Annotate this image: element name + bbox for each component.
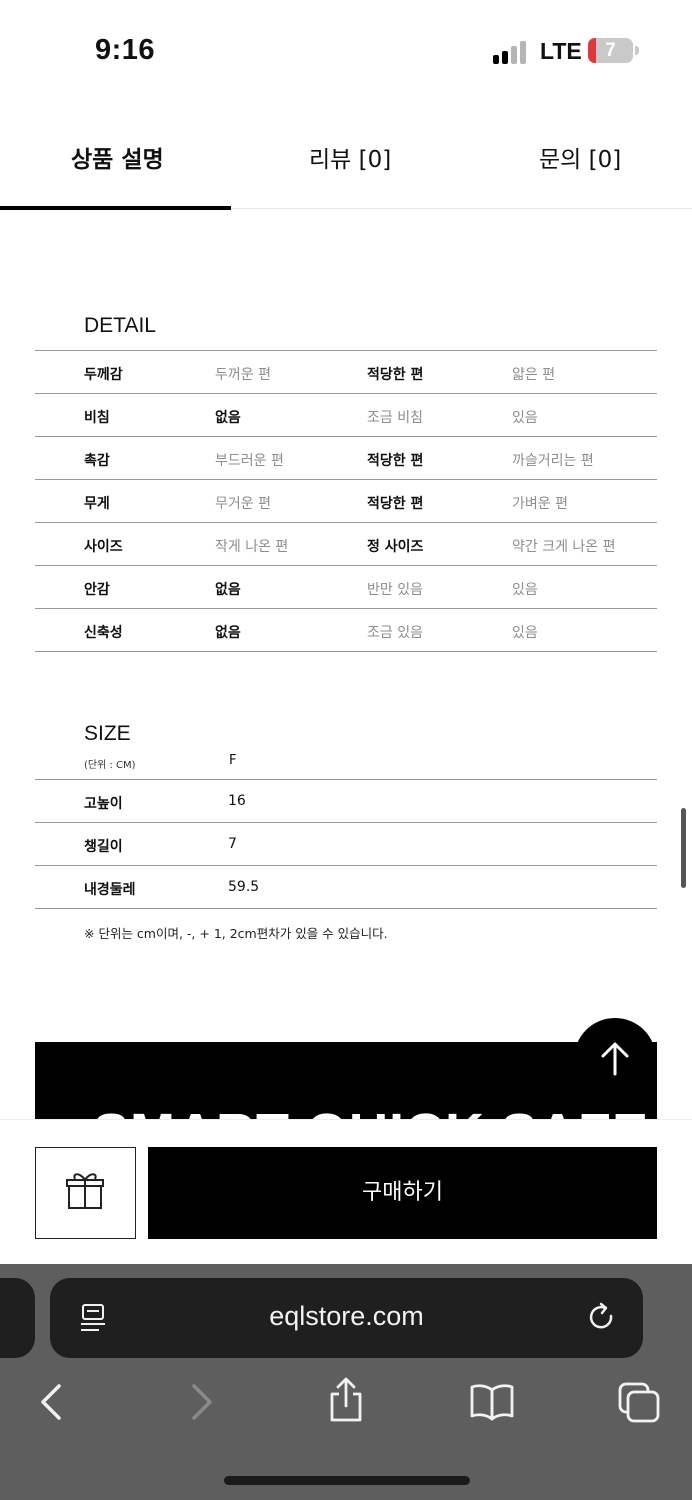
promo-banner: SMART QUICK SAFE (35, 1042, 657, 1119)
detail-row-label: 비침 (84, 410, 110, 426)
purchase-bar: 구매하기 (0, 1119, 692, 1264)
detail-row-label: 안감 (84, 582, 110, 598)
promo-banner-text: SMART QUICK SAFE (93, 1102, 649, 1119)
detail-option: 얇은 편 (512, 367, 556, 383)
detail-option: 있음 (512, 410, 538, 426)
detail-option-selected: 적당한 편 (367, 367, 424, 383)
detail-option: 두꺼운 편 (215, 367, 271, 383)
detail-option: 까슬거리는 편 (512, 453, 594, 469)
detail-table: 두께감 두꺼운 편 적당한 편 얇은 편 비침 없음 조금 비침 있음 촉감 부… (35, 350, 657, 652)
arrow-up-icon (601, 1042, 629, 1076)
size-row-label: 챙길이 (84, 839, 123, 855)
network-label: LTE (540, 38, 582, 64)
tabs-icon[interactable] (616, 1380, 662, 1424)
share-icon[interactable] (326, 1376, 366, 1424)
detail-option: 무거운 편 (215, 496, 271, 512)
detail-option: 약간 크게 나온 편 (512, 539, 616, 555)
browser-toolbar: eqlstore.com (0, 1264, 692, 1500)
address-bar[interactable]: eqlstore.com (50, 1278, 643, 1358)
detail-option-selected: 없음 (215, 625, 241, 641)
size-row: 고높이 16 (35, 780, 657, 823)
detail-option-selected: 없음 (215, 582, 241, 598)
size-row: 챙길이 7 (35, 823, 657, 866)
detail-row-label: 두께감 (84, 367, 123, 383)
forward-icon[interactable] (184, 1382, 218, 1422)
detail-option: 부드러운 편 (215, 453, 284, 469)
detail-row-weight: 무게 무거운 편 적당한 편 가벼운 편 (35, 480, 657, 523)
detail-option: 반만 있음 (367, 582, 423, 598)
gift-button[interactable] (35, 1147, 136, 1239)
detail-row-label: 사이즈 (84, 539, 123, 555)
detail-row-sheerness: 비침 없음 조금 비침 있음 (35, 394, 657, 437)
status-bar: 9:16 LTE 7 (0, 0, 692, 100)
detail-option: 있음 (512, 625, 538, 641)
detail-option: 작게 나온 편 (215, 539, 289, 555)
page-scrollbar[interactable] (681, 808, 686, 888)
size-row-label: 내경둘레 (84, 882, 136, 898)
reload-icon[interactable] (587, 1302, 619, 1334)
size-column-label: F (229, 753, 237, 768)
detail-row-label: 신축성 (84, 625, 123, 641)
battery-tip (635, 46, 639, 55)
size-row-value: 59.5 (228, 879, 260, 895)
bookmarks-icon[interactable] (469, 1382, 515, 1422)
detail-row-stretch: 신축성 없음 조금 있음 있음 (35, 609, 657, 652)
active-tab-indicator (0, 206, 231, 210)
tab-inquiries[interactable]: 문의 [0] (539, 140, 621, 174)
scroll-top-button[interactable] (574, 1018, 656, 1100)
battery-level: 7 (605, 40, 616, 61)
battery-icon: 7 (588, 38, 633, 63)
previous-tab-bar[interactable] (0, 1278, 35, 1358)
detail-option-selected: 적당한 편 (367, 453, 424, 469)
buy-button[interactable]: 구매하기 (148, 1147, 657, 1239)
detail-row-label: 촉감 (84, 453, 110, 469)
detail-option: 가벼운 편 (512, 496, 568, 512)
size-title: SIZE (84, 722, 131, 745)
detail-option-selected: 적당한 편 (367, 496, 424, 512)
tab-reviews[interactable]: 리뷰 [0] (309, 140, 391, 174)
detail-option: 조금 비침 (367, 410, 423, 426)
tab-description[interactable]: 상품 설명 (71, 140, 164, 174)
gift-icon (66, 1173, 104, 1209)
signal-icon (493, 40, 529, 64)
detail-row-label: 무게 (84, 496, 110, 512)
detail-option: 있음 (512, 582, 538, 598)
product-tabs: 상품 설명 리뷰 [0] 문의 [0] (0, 100, 692, 210)
detail-row-size: 사이즈 작게 나온 편 정 사이즈 약간 크게 나온 편 (35, 523, 657, 566)
detail-option-selected: 없음 (215, 410, 241, 426)
size-unit-label: (단위 : CM) (84, 760, 136, 771)
status-time: 9:16 (95, 34, 156, 66)
size-row-label: 고높이 (84, 796, 123, 812)
back-icon[interactable] (35, 1382, 69, 1422)
detail-title: DETAIL (84, 314, 156, 337)
detail-option: 조금 있음 (367, 625, 423, 641)
url-text: eqlstore.com (269, 1301, 424, 1331)
detail-row-touch: 촉감 부드러운 편 적당한 편 까슬거리는 편 (35, 437, 657, 480)
detail-row-lining: 안감 없음 반만 있음 있음 (35, 566, 657, 609)
size-table: 고높이 16 챙길이 7 내경둘레 59.5 (35, 780, 657, 909)
detail-row-thickness: 두께감 두꺼운 편 적당한 편 얇은 편 (35, 351, 657, 394)
detail-option-selected: 정 사이즈 (367, 539, 424, 555)
home-indicator (224, 1476, 470, 1485)
size-note: ※ 단위는 cm이며, -, + 1, 2cm편차가 있을 수 있습니다. (84, 926, 388, 941)
size-row-value: 16 (228, 793, 246, 809)
size-row: 내경둘레 59.5 (35, 866, 657, 909)
size-table-header: (단위 : CM) F (35, 750, 657, 780)
size-row-value: 7 (228, 836, 237, 852)
